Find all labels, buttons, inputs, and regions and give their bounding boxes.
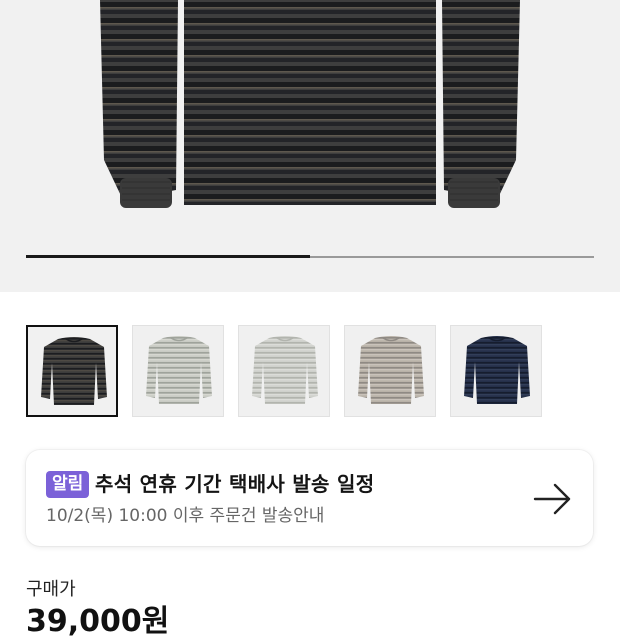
- thumbnail-image-beige-gray-stripe: [358, 336, 424, 404]
- thumbnail-strip: [26, 325, 606, 417]
- thumbnail-pale-gray-stripe[interactable]: [238, 325, 330, 417]
- thumbnail-image-navy-stripe: [464, 336, 530, 404]
- notice-card[interactable]: 알림 추석 연휴 기간 택배사 발송 일정 10/2(목) 10:00 이후 주…: [26, 450, 593, 546]
- thumbnail-beige-gray-stripe[interactable]: [344, 325, 436, 417]
- thumbnail-image-light-gray-stripe: [146, 336, 212, 404]
- notice-title: 추석 연휴 기간 택배사 발송 일정: [95, 472, 375, 496]
- thumbnail-image-pale-gray-stripe: [252, 336, 318, 404]
- price-label: 구매가: [26, 579, 76, 600]
- notice-subtitle: 10/2(목) 10:00 이후 주문건 발송안내: [46, 506, 325, 526]
- product-hero-image[interactable]: [0, 0, 620, 292]
- gallery-progress-track: [26, 255, 594, 258]
- arrow-right-icon[interactable]: [533, 481, 573, 517]
- thumbnail-charcoal-stripe[interactable]: [26, 325, 118, 417]
- notice-badge: 알림: [46, 471, 90, 498]
- thumbnail-light-gray-stripe[interactable]: [132, 325, 224, 417]
- thumbnail-navy-stripe[interactable]: [450, 325, 542, 417]
- gallery-progress-fill: [26, 255, 310, 258]
- thumbnail-image-charcoal-stripe: [41, 337, 107, 405]
- hero-garment-illustration: [100, 0, 520, 208]
- price-value: 39,000원: [26, 604, 170, 639]
